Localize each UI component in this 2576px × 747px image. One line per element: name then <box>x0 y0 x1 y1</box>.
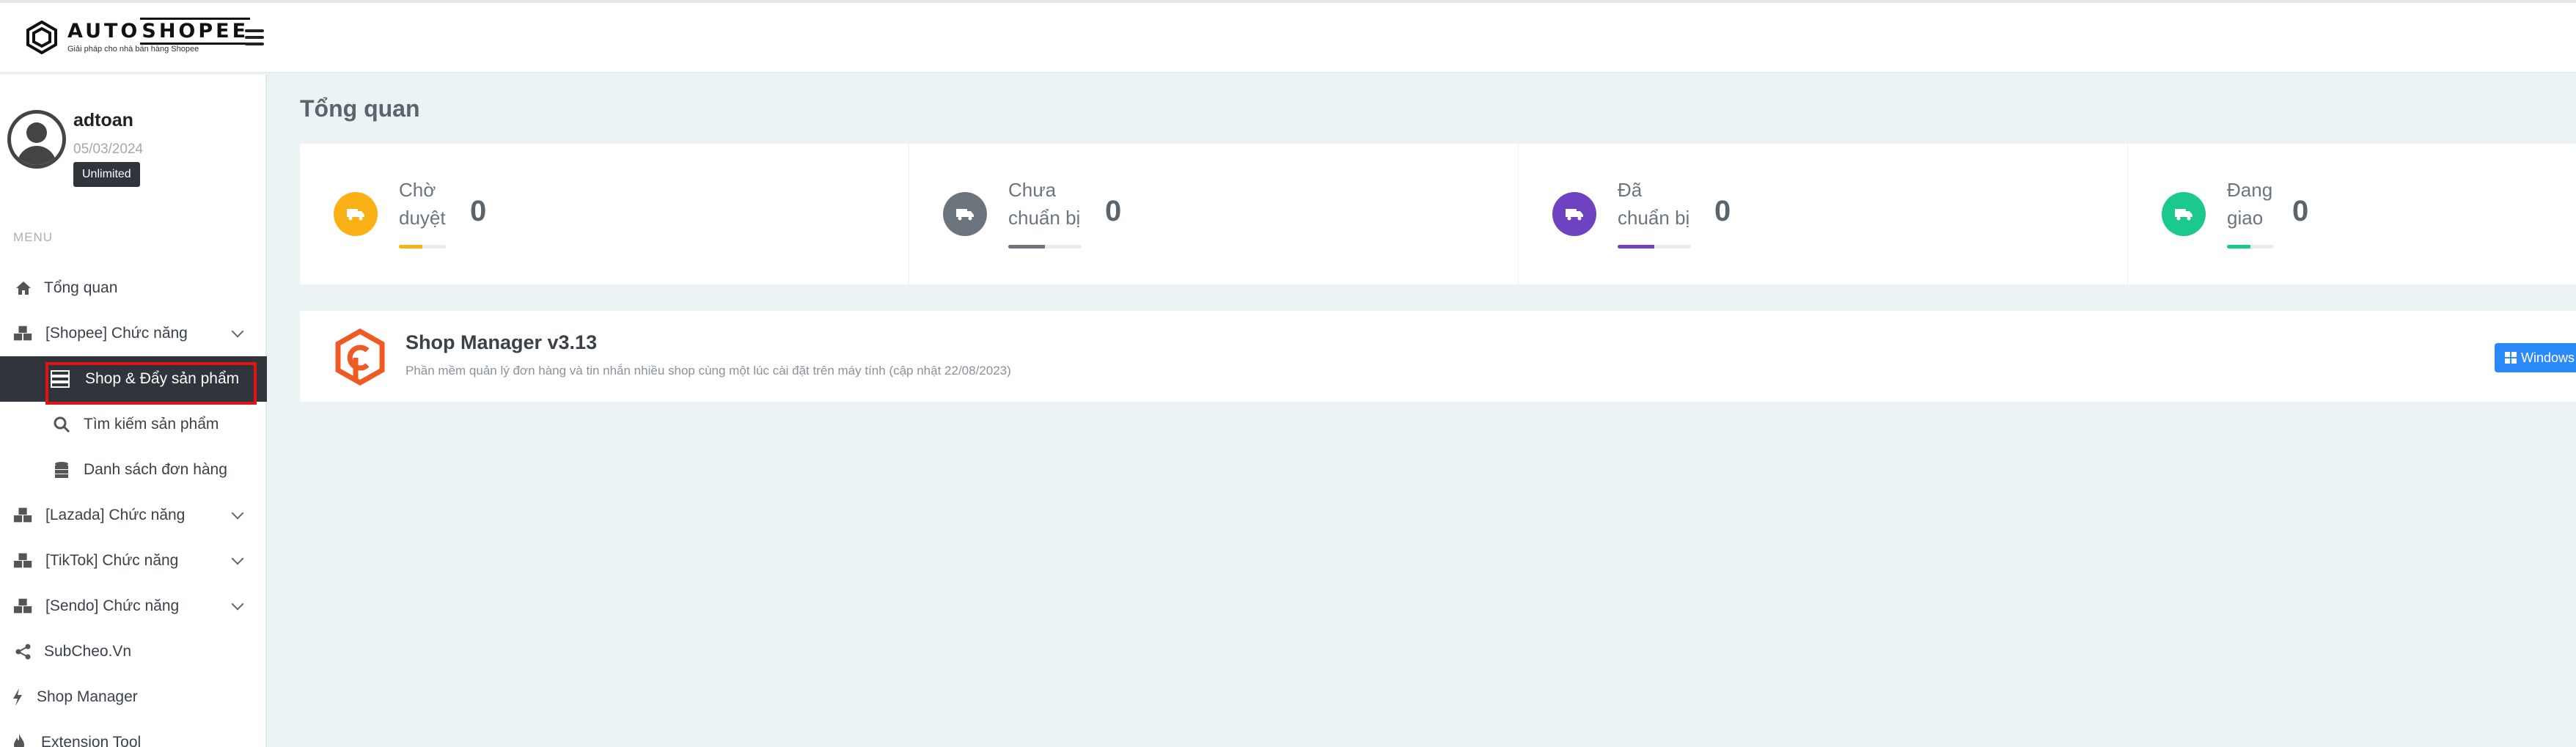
truck-icon <box>334 192 378 236</box>
stat-chua-chuan-bi[interactable]: Chưa chuẩn bị 0 <box>909 144 1519 284</box>
logo-tagline: Giải pháp cho nhà bán hàng Shopee <box>67 45 199 54</box>
sidebar-item-label: [Shopee] Chức năng <box>45 325 188 342</box>
stat-label: Đã chuẩn bị <box>1618 179 1690 229</box>
stat-progress-fill <box>1008 245 1045 249</box>
stat-progress <box>399 245 446 249</box>
cubes-icon <box>13 505 34 526</box>
home-icon <box>13 278 34 298</box>
sidebar-item-tiktok[interactable]: [TikTok] Chức năng <box>0 538 267 584</box>
sidebar-item-shop-day-san-pham[interactable]: Shop & Đẩy sản phẩm <box>0 356 267 405</box>
windows-download-button[interactable]: Windows <box>2495 343 2576 372</box>
stat-value: 0 <box>1714 195 1731 227</box>
truck-icon <box>2162 192 2206 236</box>
database-icon <box>51 460 72 480</box>
sidebar-item-label: SubCheo.Vn <box>44 643 132 660</box>
chevron-down-icon <box>231 325 244 338</box>
logo-brand: SHOPEE <box>140 18 251 45</box>
search-icon <box>51 414 72 435</box>
sidebar-item-label: Shop & Đẩy sản phẩm <box>85 370 240 387</box>
sidebar-item-label: Danh sách đơn hàng <box>84 461 227 478</box>
windows-icon <box>2505 352 2517 364</box>
stat-progress <box>1008 245 1082 249</box>
truck-icon <box>1552 192 1596 236</box>
sidebar-item-extension-tool[interactable]: Extension Tool <box>0 720 267 747</box>
sidebar-item-shopee[interactable]: [Shopee] Chức năng <box>0 311 267 356</box>
server-icon <box>50 369 70 389</box>
stat-cho-duyet[interactable]: Chờ duyệt 0 <box>300 144 909 284</box>
user-date: 05/03/2024 <box>73 141 144 157</box>
stat-progress <box>2227 245 2274 249</box>
menu-title: MENU <box>13 230 54 244</box>
stat-progress-fill <box>2227 245 2250 249</box>
sidebar-item-subcheo[interactable]: SubCheo.Vn <box>0 629 267 674</box>
sidebar-item-label: Tổng quan <box>44 279 118 296</box>
app-name: Shop Manager v3.13 <box>406 331 598 353</box>
user-name: adtoan <box>73 110 133 130</box>
shop-manager-logo-icon <box>335 328 385 386</box>
stat-progress-fill <box>1618 245 1654 249</box>
stat-da-chuan-bi[interactable]: Đã chuẩn bị 0 <box>1519 144 2128 284</box>
avatar <box>7 110 66 169</box>
windows-button-label: Windows <box>2521 350 2575 365</box>
chevron-down-icon <box>231 552 244 565</box>
sidebar-item-label: Extension Tool <box>41 734 142 747</box>
bolt-icon <box>7 687 28 707</box>
stat-dang-giao[interactable]: Đang giao 0 <box>2128 144 2576 284</box>
sidebar-item-label: Tìm kiếm sản phẩm <box>84 416 219 433</box>
shop-manager-card: Shop Manager v3.13 Phần mềm quản lý đơn … <box>300 311 2576 402</box>
logo-title: AUTOSHOPEE <box>67 18 251 45</box>
sidebar: adtoan 05/03/2024 Unlimited MENU Tổng qu… <box>0 75 267 747</box>
order-stats-card: Chờ duyệt 0 Chưa chuẩn bị 0 Đã chuẩn bị 0 Đ… <box>300 144 2576 284</box>
sidebar-item-tong-quan[interactable]: Tổng quan <box>0 265 267 311</box>
sidebar-menu: Tổng quan [Shopee] Chức năng Shop & Đẩy … <box>0 265 267 747</box>
fire-icon <box>9 732 29 747</box>
user-panel: adtoan 05/03/2024 Unlimited <box>7 110 143 187</box>
page-title: Tổng quan <box>300 95 420 122</box>
chevron-down-icon <box>231 507 244 520</box>
sidebar-item-danh-sach-don-hang[interactable]: Danh sách đơn hàng <box>0 447 267 493</box>
cubes-icon <box>13 551 34 571</box>
truck-icon <box>943 192 987 236</box>
stat-value: 0 <box>470 195 487 227</box>
logo-hexagon-icon <box>26 21 57 54</box>
sidebar-item-tim-kiem[interactable]: Tìm kiếm sản phẩm <box>0 402 267 447</box>
logo-prefix: AUTO <box>67 20 141 43</box>
top-header: AUTOSHOPEE Giải pháp cho nhà bán hàng Sh… <box>0 3 2576 73</box>
sidebar-item-shop-manager[interactable]: Shop Manager <box>0 674 267 720</box>
sidebar-item-label: [TikTok] Chức năng <box>45 552 179 569</box>
stat-value: 0 <box>2292 195 2309 227</box>
app-description: Phần mềm quản lý đơn hàng và tin nhắn nh… <box>406 364 1011 378</box>
sidebar-item-label: Shop Manager <box>37 688 138 705</box>
sidebar-item-sendo[interactable]: [Sendo] Chức năng <box>0 584 267 629</box>
stat-value: 0 <box>1105 195 1122 227</box>
sidebar-item-label: [Sendo] Chức năng <box>45 597 180 614</box>
chevron-down-icon <box>231 597 244 611</box>
stat-progress <box>1618 245 1691 249</box>
sidebar-item-lazada[interactable]: [Lazada] Chức năng <box>0 493 267 538</box>
cubes-icon <box>13 323 34 344</box>
hamburger-icon[interactable] <box>245 29 264 45</box>
autoshopee-logo[interactable]: AUTOSHOPEE Giải pháp cho nhà bán hàng Sh… <box>25 18 251 54</box>
stat-progress-fill <box>399 245 422 249</box>
share-icon <box>13 641 34 662</box>
plan-badge: Unlimited <box>73 162 140 187</box>
sidebar-item-label: [Lazada] Chức năng <box>45 507 186 523</box>
stat-label: Chưa chuẩn bị <box>1008 179 1081 229</box>
cubes-icon <box>13 596 34 617</box>
